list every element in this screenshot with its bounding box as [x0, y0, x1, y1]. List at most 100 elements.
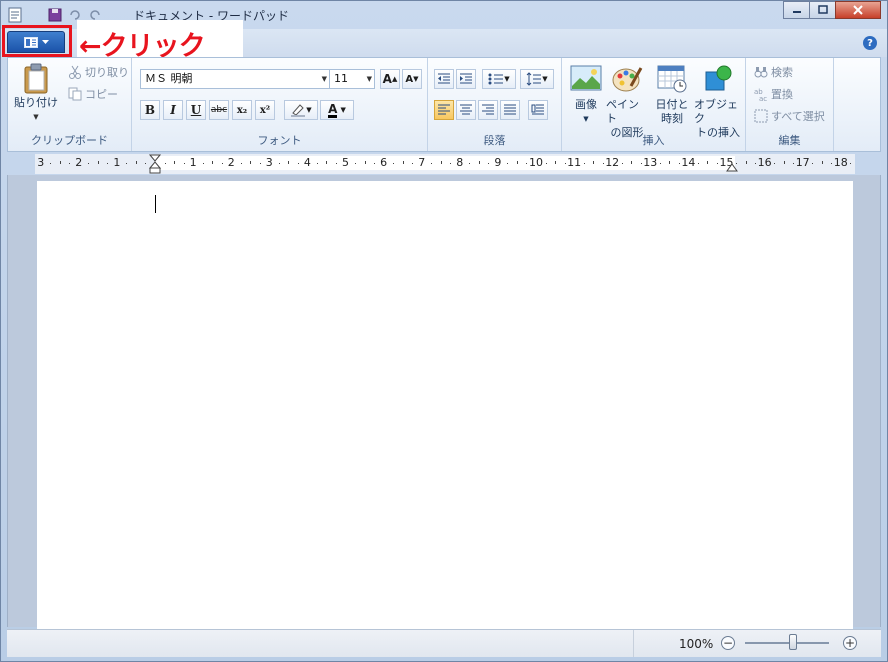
- zoom-level: 100%: [679, 637, 714, 651]
- paint-drawing-button[interactable]: ペイント の図形: [606, 64, 648, 140]
- ruler-tick: [631, 161, 633, 164]
- ruler-tick: [707, 161, 709, 164]
- italic-button[interactable]: I: [163, 100, 183, 120]
- save-icon[interactable]: [47, 7, 63, 23]
- ruler-tick: [659, 163, 661, 164]
- ruler-label: 3: [265, 156, 273, 169]
- date-time-label-line1: 日付と: [655, 98, 689, 111]
- clipboard-group-label: クリップボード: [31, 134, 108, 147]
- highlighter-icon: [291, 104, 306, 117]
- scissors-icon: [69, 65, 81, 79]
- select-all-icon: [754, 109, 768, 123]
- paste-dropdown-icon[interactable]: ▼: [33, 110, 38, 124]
- picture-icon: [570, 65, 602, 91]
- line-spacing-button[interactable]: ▼: [520, 69, 554, 89]
- highlight-color-button[interactable]: ▼: [284, 100, 318, 120]
- chevron-down-icon: ▼: [366, 75, 372, 83]
- copy-button[interactable]: コピー: [68, 86, 118, 102]
- superscript-button[interactable]: x²: [255, 100, 275, 120]
- paragraph-settings-button[interactable]: [528, 100, 548, 120]
- decrease-indent-icon: [438, 73, 450, 84]
- ruler[interactable]: 3 2 1 1 2 3 4 5 6 7 8 9 10 11 12 13 14 15 16 17 18: [35, 154, 855, 174]
- ruler-tick: [69, 163, 71, 164]
- ruler-tick: [107, 163, 109, 164]
- zoom-slider-thumb[interactable]: [789, 634, 797, 650]
- document-page[interactable]: [37, 181, 853, 629]
- text-color-button[interactable]: A ▼: [320, 100, 354, 120]
- decrease-indent-button[interactable]: [434, 69, 454, 89]
- date-time-button[interactable]: 日付と 時刻: [652, 64, 692, 126]
- paste-button[interactable]: 貼り付け ▼: [14, 62, 58, 124]
- date-time-label-line2: 時刻: [661, 112, 683, 125]
- ruler-tick: [297, 163, 299, 164]
- find-button[interactable]: 検索: [754, 64, 793, 80]
- zoom-slider-track[interactable]: [745, 642, 829, 644]
- strikethrough-button[interactable]: abc: [209, 100, 229, 120]
- ruler-tick: [364, 161, 366, 164]
- ruler-tick: [326, 161, 328, 164]
- paragraph-icon: [531, 104, 544, 115]
- font-family-select[interactable]: ＭＳ 明朝 ▼: [140, 69, 330, 89]
- close-button[interactable]: [835, 1, 881, 19]
- minimize-button[interactable]: [783, 1, 810, 19]
- chevron-down-icon: ▼: [321, 75, 327, 83]
- ruler-tick: [145, 163, 147, 164]
- ruler-label: 16: [757, 156, 772, 169]
- insert-object-label-line1: オブジェク: [694, 98, 738, 125]
- window-controls: [783, 1, 881, 19]
- palette-icon: [612, 67, 643, 92]
- bullet-list-button[interactable]: ▼: [482, 69, 516, 89]
- align-center-button[interactable]: [456, 100, 476, 120]
- zoom-out-button[interactable]: −: [721, 636, 735, 650]
- subscript-button[interactable]: x₂: [232, 100, 252, 120]
- chevron-down-icon: ▼: [542, 75, 548, 83]
- justify-button[interactable]: [500, 100, 520, 120]
- editing-group-label: 編集: [778, 134, 801, 147]
- increase-indent-button[interactable]: [456, 69, 476, 89]
- zoom-in-button[interactable]: +: [843, 636, 857, 650]
- replace-icon: abac: [754, 88, 767, 101]
- replace-button[interactable]: ab ac 置換: [754, 86, 793, 102]
- ruler-tick: [288, 161, 290, 164]
- select-all-button[interactable]: すべて選択: [754, 108, 825, 124]
- status-separator: [633, 630, 634, 657]
- chevron-down-icon: ▼: [306, 106, 312, 114]
- ruler-tick: [164, 163, 166, 164]
- close-icon: [853, 5, 863, 15]
- ruler-label: 11: [567, 156, 582, 169]
- right-indent-marker[interactable]: [726, 160, 738, 172]
- insert-picture-button[interactable]: 画像 ▼: [568, 64, 604, 126]
- svg-text:ac: ac: [759, 95, 767, 101]
- ruler-tick: [555, 161, 557, 164]
- first-line-indent-marker[interactable]: [149, 154, 161, 174]
- underline-button[interactable]: U: [186, 100, 206, 120]
- ruler-tick: [183, 163, 185, 164]
- increase-indent-icon: [460, 73, 472, 84]
- ribbon: 貼り付け ▼ 切り取り コピー クリップボード ＭＳ 明朝 ▼ 11 ▼ A ▲…: [7, 57, 881, 152]
- help-icon[interactable]: ?: [863, 36, 877, 50]
- ruler-tick: [50, 163, 52, 164]
- maximize-button[interactable]: [809, 1, 836, 19]
- ruler-label: 18: [833, 156, 848, 169]
- ruler-tick: [135, 161, 137, 164]
- wordpad-app-icon[interactable]: [7, 7, 23, 23]
- align-right-button[interactable]: [478, 100, 498, 120]
- insert-group: 画像 ▼ ペイント の図形 日付と 時刻 オブジェク トの挿入 挿入: [562, 58, 746, 151]
- align-left-button[interactable]: [434, 100, 454, 120]
- bold-button[interactable]: B: [140, 100, 160, 120]
- cut-button[interactable]: 切り取り: [68, 64, 129, 80]
- grow-font-button[interactable]: A ▲: [380, 69, 400, 89]
- insert-object-button[interactable]: オブジェク トの挿入: [694, 64, 742, 140]
- ruler-label: 8: [456, 156, 464, 169]
- ruler-label: 9: [494, 156, 502, 169]
- ruler-tick: [402, 161, 404, 164]
- paste-label: 貼り付け: [14, 96, 58, 109]
- bullet-list-icon: [488, 73, 504, 85]
- shrink-font-button[interactable]: A ▼: [402, 69, 422, 89]
- chevron-down-icon: ▼: [504, 75, 510, 83]
- clipboard-icon: [24, 63, 48, 94]
- insert-group-label: 挿入: [642, 134, 665, 147]
- ruler-tick: [240, 163, 242, 164]
- font-size-select[interactable]: 11 ▼: [329, 69, 375, 89]
- ruler-tick: [621, 163, 623, 164]
